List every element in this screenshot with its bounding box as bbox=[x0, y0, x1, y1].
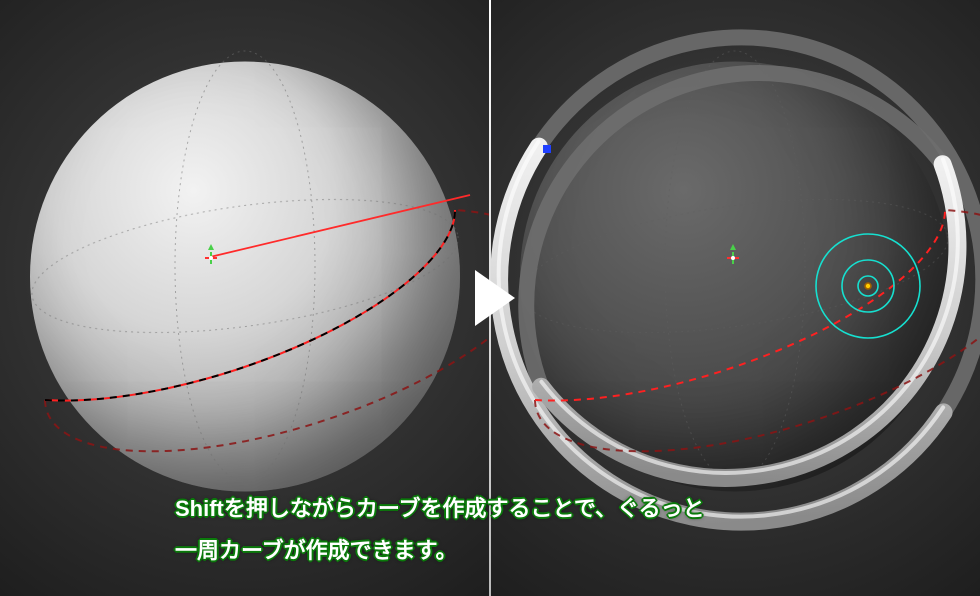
viewport-after[interactable] bbox=[490, 0, 980, 596]
viewport-before[interactable] bbox=[0, 0, 490, 596]
tutorial-comparison: Shiftを押しながらカーブを作成することで、ぐるっと 一周カーブが作成できます… bbox=[0, 0, 980, 596]
panel-divider bbox=[489, 0, 491, 596]
sphere-before bbox=[30, 62, 460, 492]
sphere-after bbox=[520, 62, 950, 492]
